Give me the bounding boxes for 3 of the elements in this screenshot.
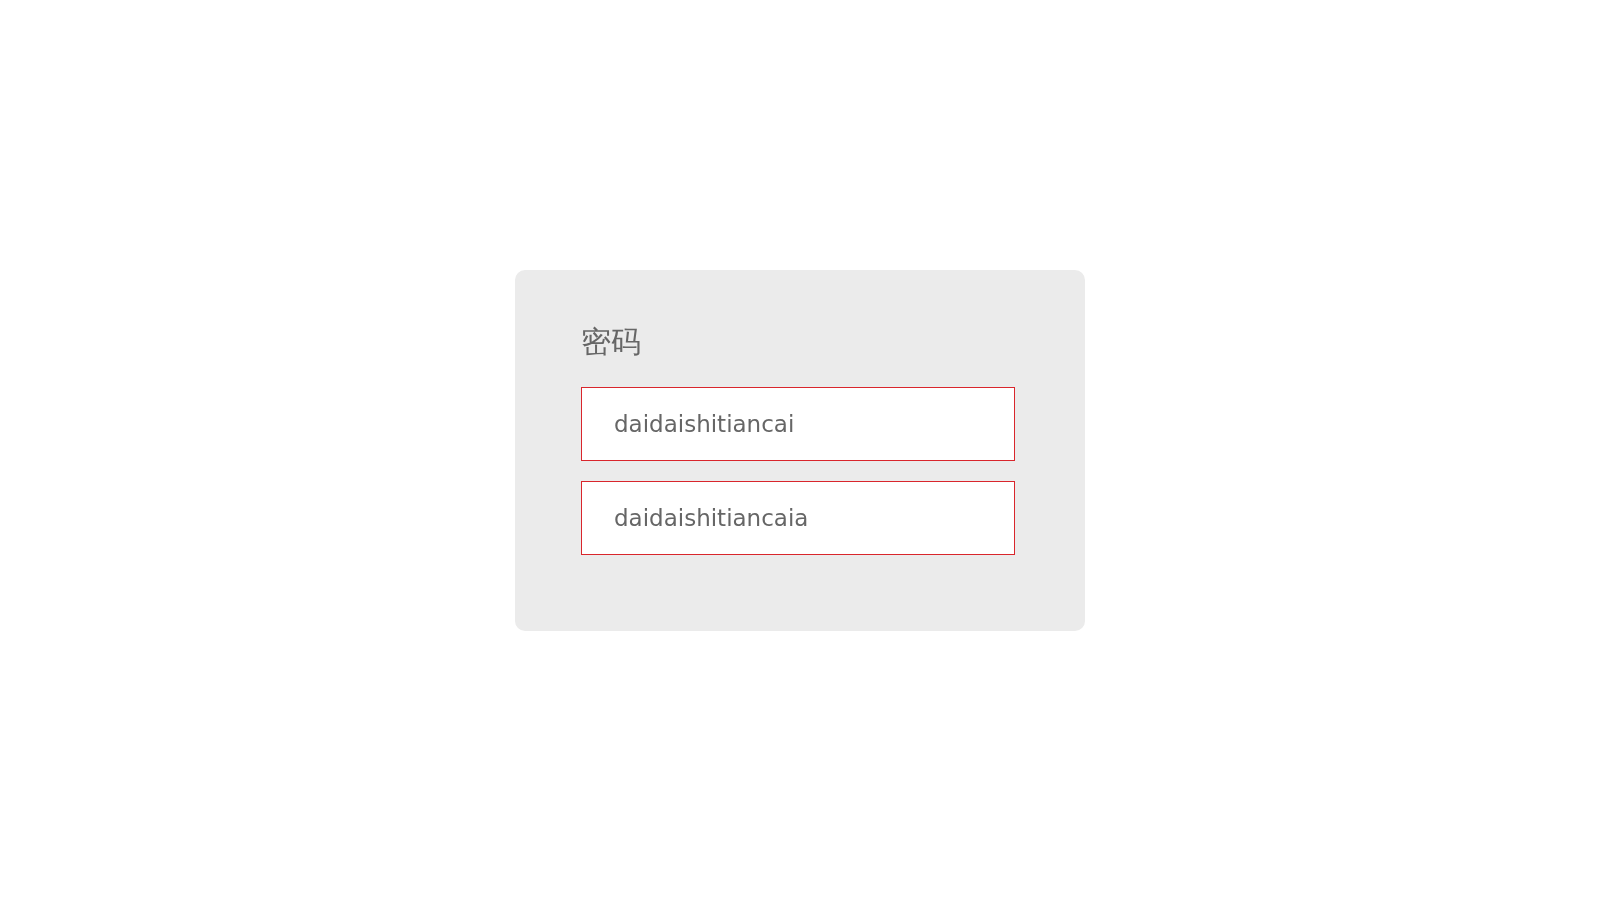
form-title: 密码 bbox=[581, 323, 641, 360]
input-field[interactable]: daidaishitiancai bbox=[581, 386, 1015, 461]
input-field[interactable]: daidaishitiancaia bbox=[581, 480, 1015, 555]
